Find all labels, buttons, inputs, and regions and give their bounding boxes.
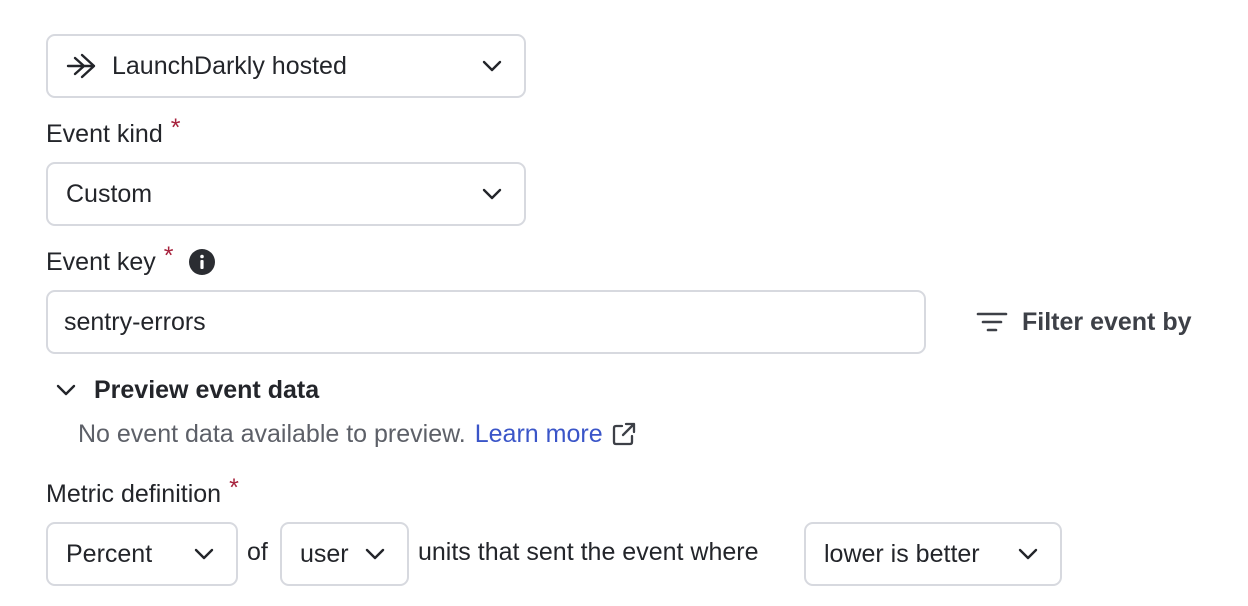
chevron-down-icon <box>482 188 502 200</box>
event-key-input[interactable] <box>46 290 926 354</box>
chevron-down-icon <box>365 548 385 560</box>
arrow-icon <box>66 52 98 80</box>
filter-label: Filter event by <box>1022 307 1192 336</box>
data-source-value: LaunchDarkly hosted <box>112 51 347 80</box>
preview-empty-row: No event data available to preview. Lear… <box>78 416 637 452</box>
preview-empty-text: No event data available to preview. <box>78 419 466 448</box>
data-source-select[interactable]: LaunchDarkly hosted <box>46 34 526 98</box>
chevron-down-icon <box>56 384 76 396</box>
metric-definition-label: Metric definition * <box>46 473 239 512</box>
filter-icon <box>976 311 1008 333</box>
required-mark: * <box>163 241 174 270</box>
of-text: of <box>247 538 268 566</box>
event-kind-value: Custom <box>66 179 153 208</box>
required-mark: * <box>229 473 239 502</box>
event-kind-label-text: Event kind <box>46 119 163 148</box>
aggregation-select[interactable]: Percent <box>46 522 238 586</box>
info-icon[interactable] <box>188 248 216 276</box>
chevron-down-icon <box>482 60 502 72</box>
direction-select[interactable]: lower is better <box>804 522 1062 586</box>
filter-event-button[interactable]: Filter event by <box>976 304 1192 340</box>
required-mark: * <box>170 113 181 142</box>
unit-select[interactable]: user <box>280 522 409 586</box>
event-kind-select[interactable]: Custom <box>46 162 526 226</box>
units-sent-text: units that sent the event where <box>418 538 759 566</box>
event-kind-label: Event kind * <box>46 113 181 152</box>
unit-value: user <box>300 539 349 568</box>
learn-more-label: Learn more <box>474 419 603 448</box>
metric-definition-label-text: Metric definition <box>46 479 222 508</box>
preview-toggle[interactable]: Preview event data <box>56 372 319 408</box>
preview-title: Preview event data <box>94 375 320 404</box>
external-link-icon <box>611 421 637 447</box>
chevron-down-icon <box>1018 548 1038 560</box>
aggregation-value: Percent <box>66 539 153 568</box>
learn-more-link[interactable]: Learn more <box>475 420 637 449</box>
direction-value: lower is better <box>824 539 980 568</box>
chevron-down-icon <box>194 548 214 560</box>
event-key-label-text: Event key <box>46 247 156 276</box>
event-key-label: Event key * <box>46 241 216 280</box>
